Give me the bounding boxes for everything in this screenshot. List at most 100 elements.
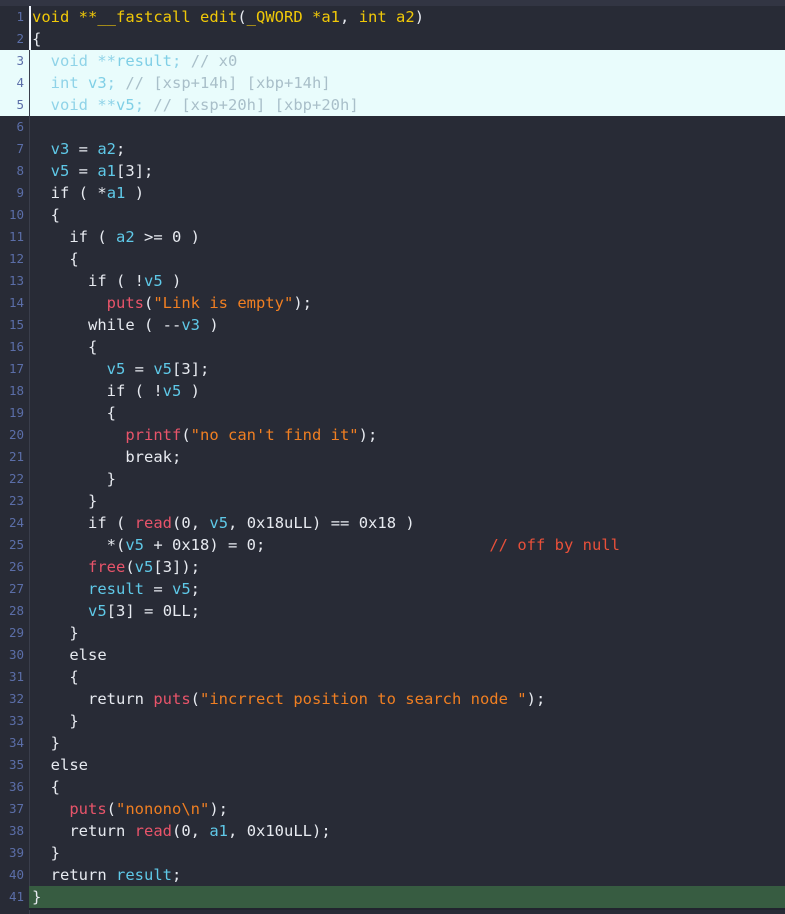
code-line[interactable]: 32 return puts("incrrect position to sea… bbox=[0, 688, 785, 710]
code-line-content[interactable]: else bbox=[29, 644, 785, 666]
code-line[interactable]: 36 { bbox=[0, 776, 785, 798]
code-line[interactable]: 10 { bbox=[0, 204, 785, 226]
code-line[interactable]: 40 return result; bbox=[0, 864, 785, 886]
code-line-content[interactable]: break; bbox=[29, 446, 785, 468]
code-line-content[interactable]: { bbox=[29, 204, 785, 226]
code-line[interactable]: 8 v5 = a1[3]; bbox=[0, 160, 785, 182]
code-line[interactable]: 14 puts("Link is empty"); bbox=[0, 292, 785, 314]
code-line[interactable]: 23 } bbox=[0, 490, 785, 512]
line-number: 21 bbox=[0, 446, 29, 468]
code-line-content[interactable]: if ( !v5 ) bbox=[29, 380, 785, 402]
code-line[interactable]: 16 { bbox=[0, 336, 785, 358]
code-line-content[interactable]: else bbox=[29, 754, 785, 776]
code-line[interactable]: 5 void **v5; // [xsp+20h] [xbp+20h] bbox=[0, 94, 785, 116]
code-token-brc: } bbox=[88, 492, 98, 510]
code-line-content[interactable]: if ( *a1 ) bbox=[29, 182, 785, 204]
code-token-kw: if bbox=[88, 272, 116, 290]
code-line[interactable]: 21 break; bbox=[0, 446, 785, 468]
code-line[interactable]: 1 void **__fastcall edit(_QWORD *a1, int … bbox=[0, 6, 785, 28]
code-line-content[interactable]: return read(0, a1, 0x10uLL); bbox=[29, 820, 785, 842]
code-line[interactable]: 26 free(v5[3]); bbox=[0, 556, 785, 578]
code-line[interactable]: 2{ bbox=[0, 28, 785, 50]
line-number: 1 bbox=[0, 6, 29, 28]
code-line[interactable]: 37 puts("nonono\n"); bbox=[0, 798, 785, 820]
code-line[interactable]: 34 } bbox=[0, 732, 785, 754]
code-line[interactable]: 28 v5[3] = 0LL; bbox=[0, 600, 785, 622]
code-line-content[interactable]: { bbox=[29, 248, 785, 270]
code-line-content[interactable]: void **__fastcall edit(_QWORD *a1, int a… bbox=[29, 6, 785, 28]
code-line-content[interactable]: } bbox=[29, 886, 785, 908]
code-token-kw: if bbox=[69, 228, 98, 246]
code-line-content[interactable]: while ( --v3 ) bbox=[29, 314, 785, 336]
code-line[interactable]: 3 void **result; // x0 bbox=[0, 50, 785, 72]
code-line[interactable]: 38 return read(0, a1, 0x10uLL); bbox=[0, 820, 785, 842]
code-token-num: 3 bbox=[116, 602, 126, 620]
code-line-content[interactable]: result = v5; bbox=[29, 578, 785, 600]
code-line[interactable]: 41} bbox=[0, 886, 785, 908]
code-line[interactable]: 17 v5 = v5[3]; bbox=[0, 358, 785, 380]
line-number: 27 bbox=[0, 578, 29, 600]
code-line[interactable]: 4 int v3; // [xsp+14h] [xbp+14h] bbox=[0, 72, 785, 94]
code-line[interactable]: 19 { bbox=[0, 402, 785, 424]
code-lines-container[interactable]: 1 void **__fastcall edit(_QWORD *a1, int … bbox=[0, 6, 785, 908]
code-line-content[interactable]: if ( read(0, v5, 0x18uLL) == 0x18 ) bbox=[29, 512, 785, 534]
code-line[interactable]: 25 *(v5 + 0x18) = 0; // off by null bbox=[0, 534, 785, 556]
code-line[interactable]: 29 } bbox=[0, 622, 785, 644]
code-line-content[interactable]: return result; bbox=[29, 864, 785, 886]
code-token-op: , bbox=[340, 8, 359, 26]
code-token-proto: void bbox=[32, 8, 79, 26]
code-line[interactable]: 18 if ( !v5 ) bbox=[0, 380, 785, 402]
code-line[interactable]: 27 result = v5; bbox=[0, 578, 785, 600]
code-line-content[interactable]: printf("no can't find it"); bbox=[29, 424, 785, 446]
code-token-cm: // x0 bbox=[190, 52, 238, 70]
code-line[interactable]: 35 else bbox=[0, 754, 785, 776]
code-line[interactable]: 24 if ( read(0, v5, 0x18uLL) == 0x18 ) bbox=[0, 512, 785, 534]
code-line-content[interactable]: } bbox=[29, 710, 785, 732]
code-line[interactable]: 39 } bbox=[0, 842, 785, 864]
code-line[interactable]: 20 printf("no can't find it"); bbox=[0, 424, 785, 446]
code-line[interactable]: 22 } bbox=[0, 468, 785, 490]
code-line-content[interactable]: { bbox=[29, 666, 785, 688]
code-line-content[interactable]: *(v5 + 0x18) = 0; // off by null bbox=[29, 534, 785, 556]
code-line-content[interactable]: } bbox=[29, 842, 785, 864]
code-line-content[interactable]: puts("Link is empty"); bbox=[29, 292, 785, 314]
code-line[interactable]: 7 v3 = a2; bbox=[0, 138, 785, 160]
code-line-content[interactable]: if ( !v5 ) bbox=[29, 270, 785, 292]
code-line[interactable]: 31 { bbox=[0, 666, 785, 688]
code-line-content[interactable]: } bbox=[29, 468, 785, 490]
code-line[interactable]: 15 while ( --v3 ) bbox=[0, 314, 785, 336]
code-line[interactable]: 11 if ( a2 >= 0 ) bbox=[0, 226, 785, 248]
code-line-content[interactable]: v5 = a1[3]; bbox=[29, 160, 785, 182]
code-token-op: ( bbox=[172, 514, 182, 532]
code-line-content[interactable]: { bbox=[29, 28, 785, 50]
code-line-content[interactable]: } bbox=[29, 732, 785, 754]
code-line-content[interactable]: v3 = a2; bbox=[29, 138, 785, 160]
code-line-content[interactable]: free(v5[3]); bbox=[29, 556, 785, 578]
code-line[interactable]: 30 else bbox=[0, 644, 785, 666]
code-line-content[interactable]: void **v5; // [xsp+20h] [xbp+20h] bbox=[29, 94, 785, 116]
code-line-content[interactable]: { bbox=[29, 336, 785, 358]
code-line-content[interactable]: int v3; // [xsp+14h] [xbp+14h] bbox=[29, 72, 785, 94]
pseudocode-editor[interactable]: 1 void **__fastcall edit(_QWORD *a1, int … bbox=[0, 0, 785, 914]
code-line-content[interactable]: puts("nonono\n"); bbox=[29, 798, 785, 820]
code-line-content[interactable]: } bbox=[29, 490, 785, 512]
line-number: 17 bbox=[0, 358, 29, 380]
code-line[interactable]: 9 if ( *a1 ) bbox=[0, 182, 785, 204]
code-token-num: 0 bbox=[181, 514, 191, 532]
code-line[interactable]: 13 if ( !v5 ) bbox=[0, 270, 785, 292]
code-line-content[interactable]: v5 = v5[3]; bbox=[29, 358, 785, 380]
code-line[interactable]: 12 { bbox=[0, 248, 785, 270]
code-line-content[interactable]: } bbox=[29, 622, 785, 644]
code-line-content[interactable]: if ( a2 >= 0 ) bbox=[29, 226, 785, 248]
code-line-content[interactable]: { bbox=[29, 776, 785, 798]
code-line[interactable]: 33 } bbox=[0, 710, 785, 732]
code-line-content[interactable]: v5[3] = 0LL; bbox=[29, 600, 785, 622]
code-line-content[interactable] bbox=[29, 116, 785, 138]
code-line-content[interactable]: void **result; // x0 bbox=[29, 50, 785, 72]
code-line-content[interactable]: return puts("incrrect position to search… bbox=[29, 688, 785, 710]
code-line-content[interactable]: { bbox=[29, 402, 785, 424]
code-token-str: "incrrect position to search node " bbox=[200, 690, 527, 708]
code-line[interactable]: 6 bbox=[0, 116, 785, 138]
